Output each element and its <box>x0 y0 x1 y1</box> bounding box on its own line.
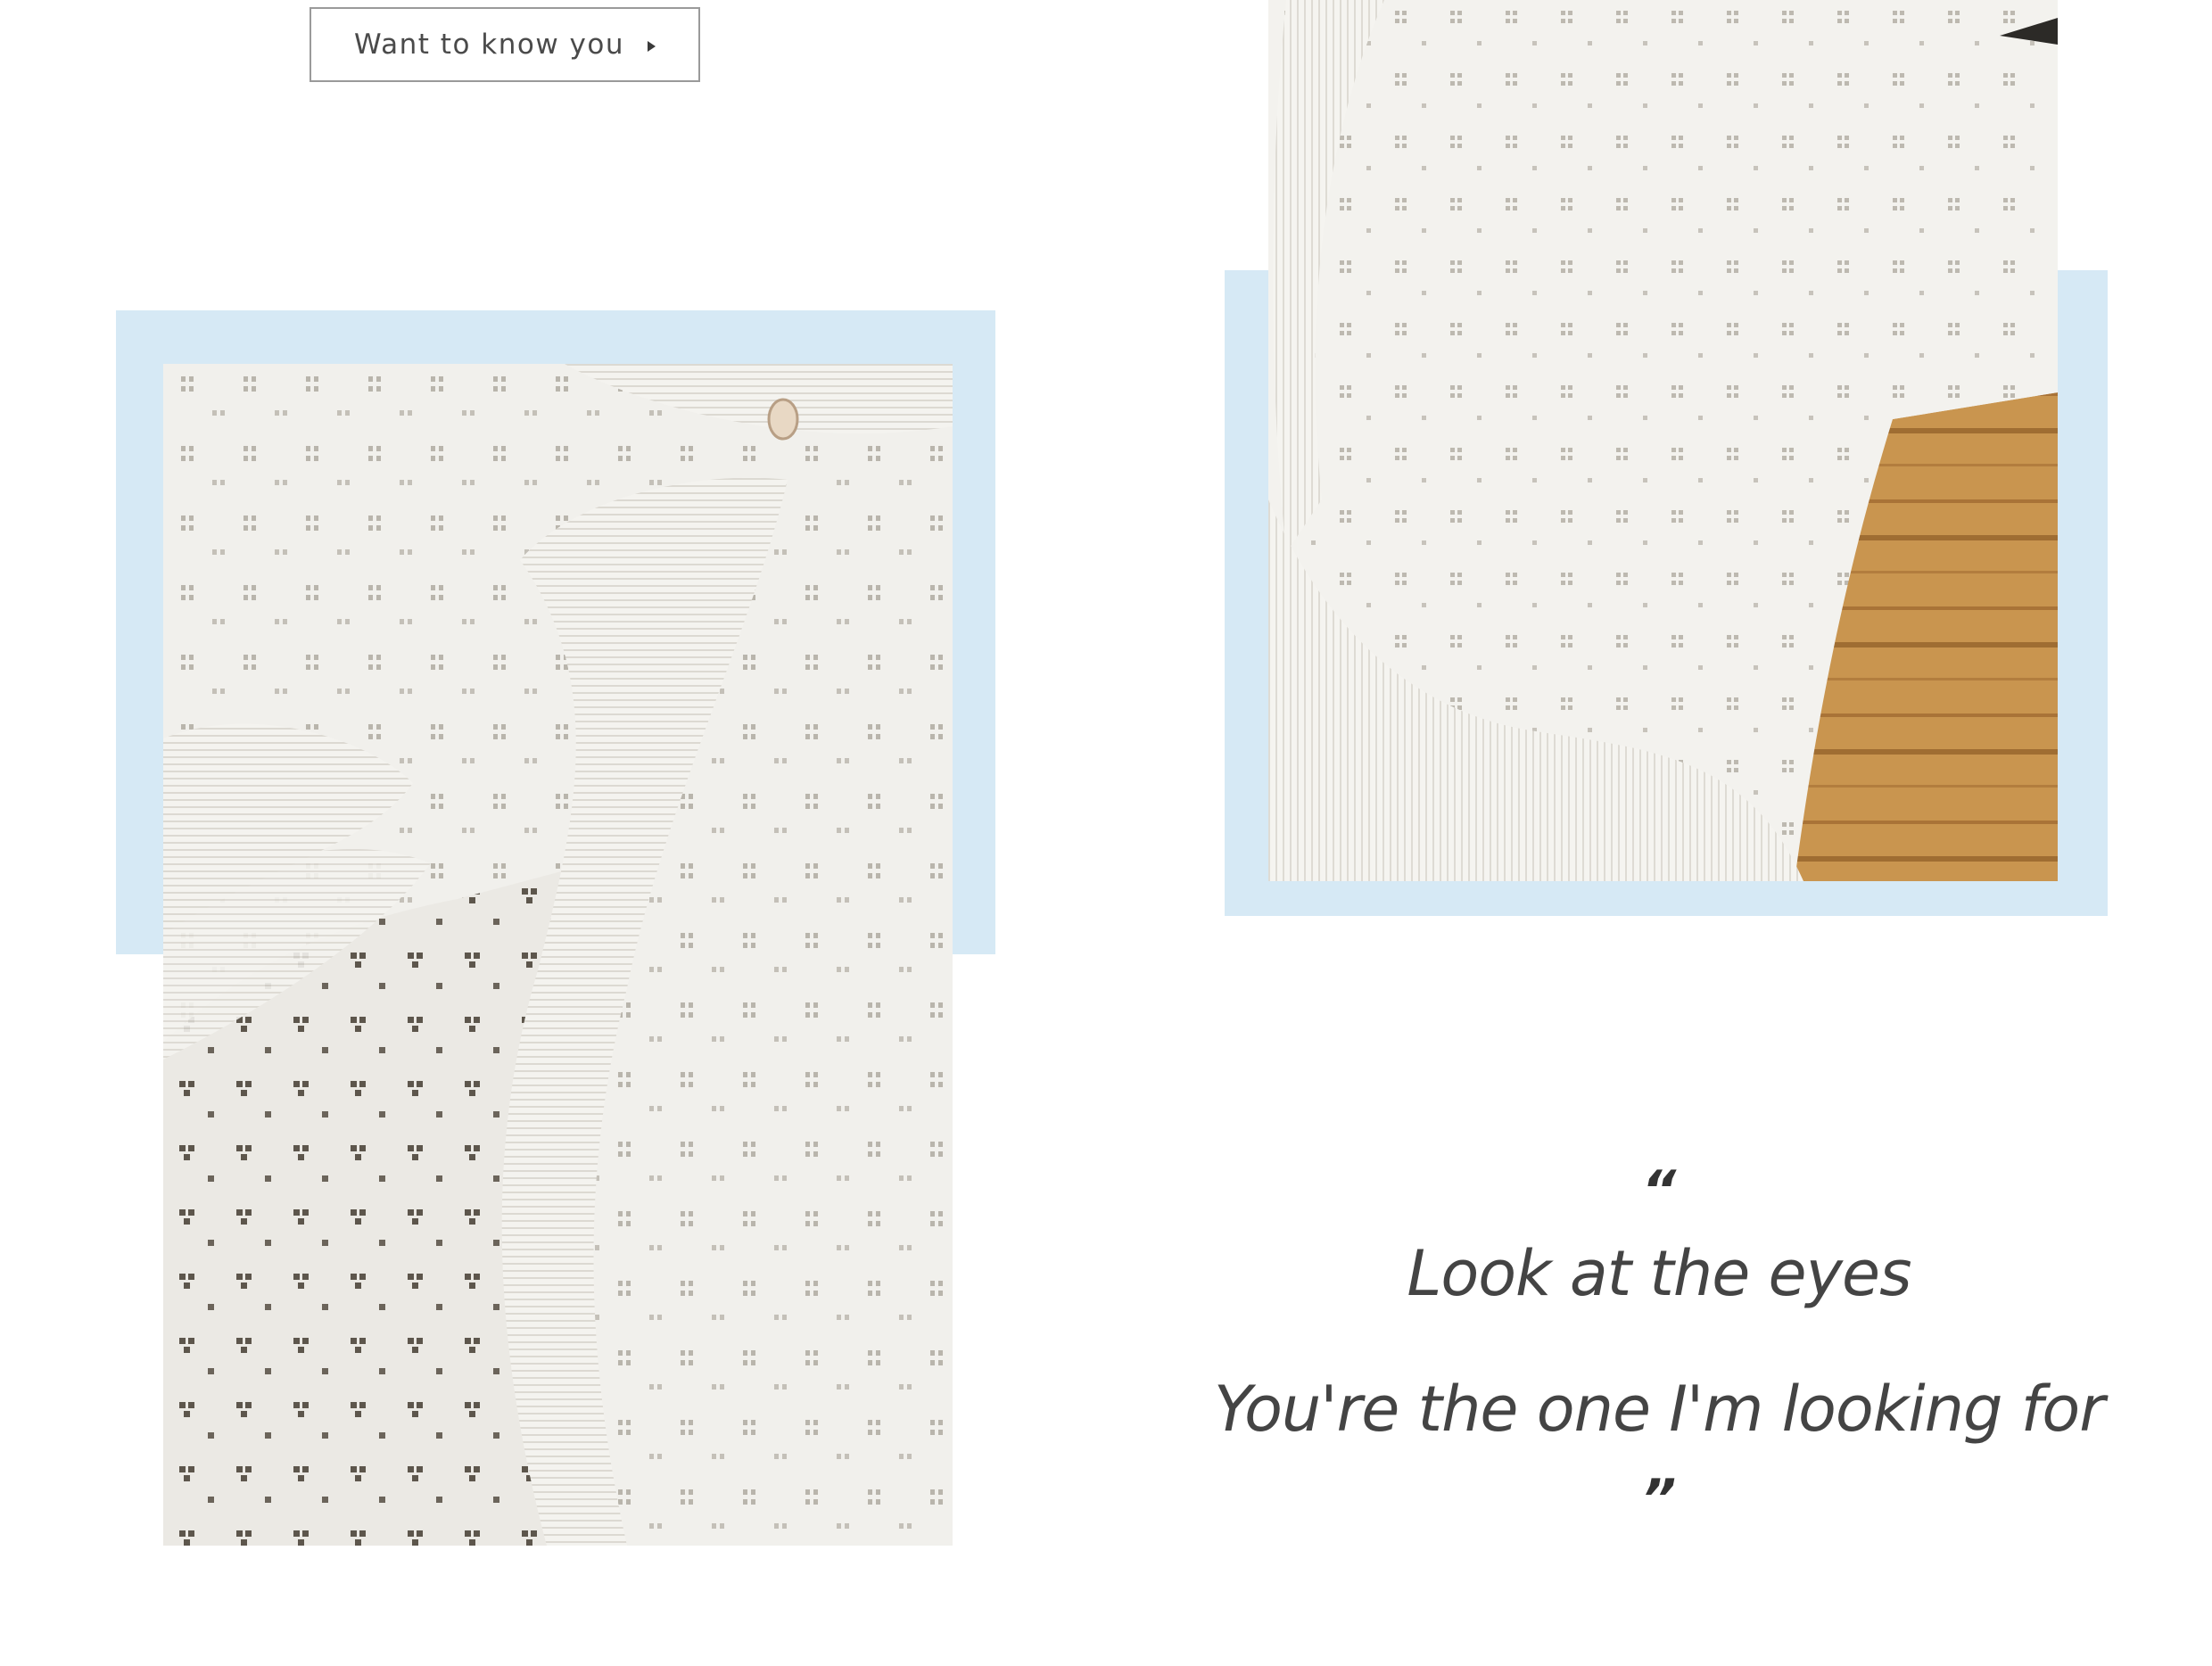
button-label: Want to know you <box>353 29 625 61</box>
close-quote-mark: ” <box>1641 1468 1677 1530</box>
right-product-photo <box>1268 0 2058 881</box>
open-quote-mark: “ <box>1641 1159 1677 1222</box>
quote-line-1: Look at the eyes <box>1407 1237 1911 1310</box>
left-product-photo <box>163 364 953 1546</box>
quote-line-2: You're the one I'm looking for <box>1214 1373 2105 1446</box>
want-to-know-you-button[interactable]: Want to know you <box>310 7 700 82</box>
triangle-right-icon <box>648 41 656 52</box>
quote-block: “ Look at the eyes You're the one I'm lo… <box>1195 1164 2123 1526</box>
